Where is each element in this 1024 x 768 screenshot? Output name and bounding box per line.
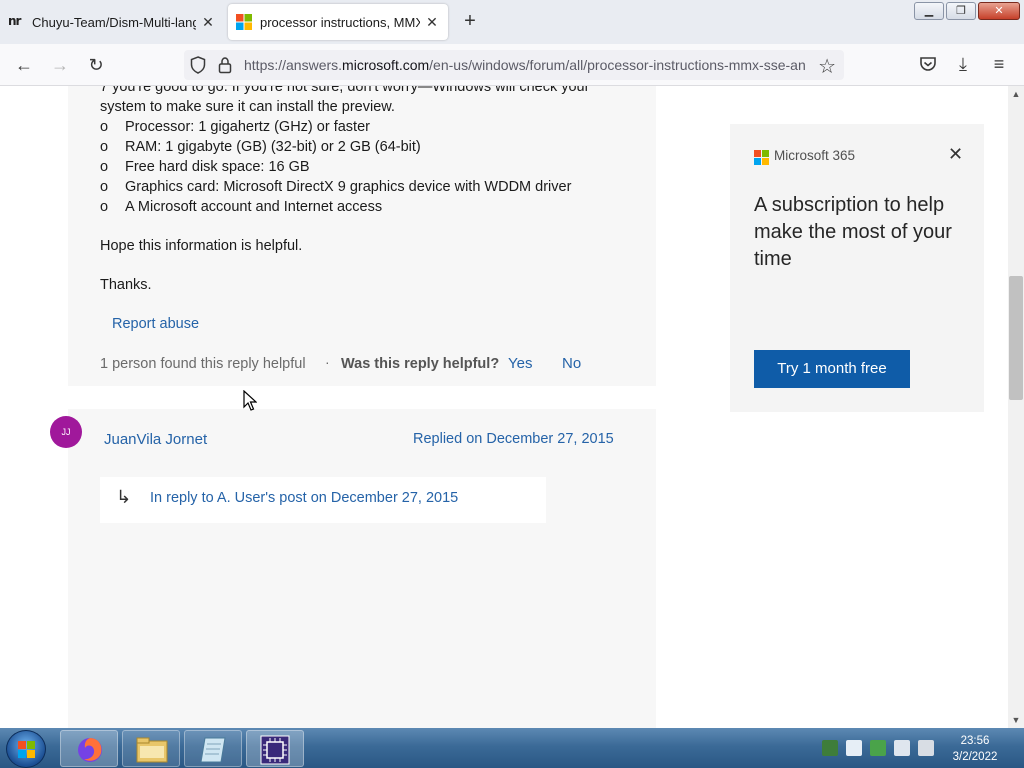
- close-icon[interactable]: ✕: [948, 144, 963, 165]
- scroll-up-arrow-icon[interactable]: ▲: [1008, 86, 1024, 102]
- tab-close-icon[interactable]: ✕: [424, 14, 440, 31]
- author-name[interactable]: JuanVila Jornet: [104, 431, 207, 448]
- was-helpful-label: Was this reply helpful?: [341, 356, 500, 372]
- tab-processor-instructions[interactable]: processor instructions, MMX, SSE ✕: [228, 4, 448, 40]
- avatar[interactable]: JJ: [50, 416, 82, 448]
- microsoft-365-ad: Microsoft 365 ✕ A subscription to help m…: [730, 124, 984, 412]
- tab-close-icon[interactable]: ✕: [200, 14, 216, 31]
- post-closing: Hope this information is helpful.: [100, 238, 303, 254]
- tab-strip: nr Chuyu-Team/Dism-Multi-langu ✕ process…: [0, 0, 1024, 44]
- nr-favicon-icon: nr: [8, 14, 21, 28]
- in-reply-to-link[interactable]: In reply to A. User's post on December 2…: [150, 490, 458, 506]
- tray-network-share-icon[interactable]: [822, 740, 838, 756]
- tray-volume-muted-icon[interactable]: [918, 740, 934, 756]
- list-bullet: o: [100, 199, 109, 215]
- scrollbar-thumb[interactable]: [1009, 276, 1023, 400]
- back-button[interactable]: ←: [12, 54, 36, 76]
- navigation-bar: ← → ↻ https://answers.microsoft.com/en-u…: [0, 44, 1024, 86]
- pocket-icon[interactable]: [918, 54, 938, 74]
- helpful-yes-button[interactable]: Yes: [508, 355, 532, 372]
- windows-logo-icon: [18, 741, 35, 758]
- microsoft-favicon-icon: [236, 14, 252, 30]
- reply-post: [68, 409, 656, 728]
- list-bullet: o: [100, 179, 109, 195]
- requirement-item: Processor: 1 gigahertz (GHz) or faster: [125, 119, 370, 135]
- list-bullet: o: [100, 139, 109, 155]
- folder-icon: [136, 737, 168, 763]
- scroll-down-arrow-icon[interactable]: ▼: [1008, 712, 1024, 728]
- in-reply-to-box[interactable]: ↳ In reply to A. User's post on December…: [100, 477, 546, 523]
- notepad-icon: [200, 737, 226, 763]
- taskbar-app-window[interactable]: [246, 730, 304, 767]
- new-tab-button[interactable]: +: [460, 10, 480, 34]
- tab-title: Chuyu-Team/Dism-Multi-langu: [32, 14, 196, 30]
- restore-button[interactable]: ❐: [946, 2, 976, 20]
- window-controls: ▁ ❐ ✕: [914, 2, 1020, 20]
- firefox-icon: [78, 738, 102, 762]
- address-bar[interactable]: https://answers.microsoft.com/en-us/wind…: [184, 50, 844, 80]
- taskbar-clock[interactable]: 23:56 3/2/2022: [944, 733, 1006, 765]
- scrollbar-track[interactable]: [1008, 86, 1024, 728]
- tray-security-icon[interactable]: [870, 740, 886, 756]
- taskbar-notepad[interactable]: [184, 730, 242, 767]
- reload-button[interactable]: ↻: [84, 54, 108, 76]
- app-chip-icon: [260, 735, 290, 765]
- helpful-no-button[interactable]: No: [562, 355, 581, 372]
- downloads-icon[interactable]: ⤓: [952, 54, 974, 75]
- try-free-button[interactable]: Try 1 month free: [754, 350, 910, 388]
- requirement-item: Graphics card: Microsoft DirectX 9 graph…: [125, 179, 572, 195]
- post-thanks: Thanks.: [100, 277, 152, 293]
- report-abuse-link[interactable]: Report abuse: [112, 316, 199, 332]
- clock-date: 3/2/2022: [952, 751, 998, 763]
- close-window-button[interactable]: ✕: [978, 2, 1020, 20]
- requirement-item: Free hard disk space: 16 GB: [125, 159, 310, 175]
- list-bullet: o: [100, 119, 109, 135]
- lock-icon[interactable]: [218, 56, 232, 74]
- url-text: https://answers.microsoft.com/en-us/wind…: [244, 57, 806, 73]
- bookmark-star-icon[interactable]: ☆: [818, 54, 836, 79]
- ad-brand: Microsoft 365: [774, 148, 856, 163]
- tray-network-icon[interactable]: [894, 740, 910, 756]
- post-text-line: 7 you're good to go. If you're not sure,…: [100, 86, 590, 95]
- taskbar-file-explorer[interactable]: [122, 730, 180, 767]
- page-content: 7 you're good to go. If you're not sure,…: [0, 86, 1008, 728]
- helpful-count: 1 person found this reply helpful: [100, 356, 306, 372]
- tracking-protection-shield-icon[interactable]: [190, 56, 206, 74]
- requirement-item: A Microsoft account and Internet access: [125, 199, 383, 215]
- microsoft-logo-icon: [754, 150, 769, 165]
- mouse-cursor-icon: [243, 390, 257, 411]
- tray-document-icon[interactable]: [846, 740, 862, 756]
- start-button[interactable]: [6, 730, 46, 768]
- requirement-item: RAM: 1 gigabyte (GB) (32-bit) or 2 GB (6…: [125, 139, 421, 155]
- ad-headline: A subscription to help make the most of …: [754, 194, 952, 270]
- reply-arrow-icon: ↳: [116, 487, 132, 507]
- minimize-button[interactable]: ▁: [914, 2, 944, 20]
- post-text-line: system to make sure it can install the p…: [100, 99, 395, 115]
- list-bullet: o: [100, 159, 109, 175]
- taskbar-firefox[interactable]: [60, 730, 118, 767]
- reply-date-link[interactable]: Replied on December 27, 2015: [413, 431, 614, 447]
- forward-button[interactable]: →: [48, 54, 72, 76]
- menu-icon[interactable]: ≡: [988, 54, 1010, 75]
- tab-dism[interactable]: nr Chuyu-Team/Dism-Multi-langu ✕: [0, 4, 224, 40]
- tab-title: processor instructions, MMX, SSE: [260, 14, 420, 30]
- separator-dot: ·: [325, 354, 330, 370]
- clock-time: 23:56: [960, 735, 990, 747]
